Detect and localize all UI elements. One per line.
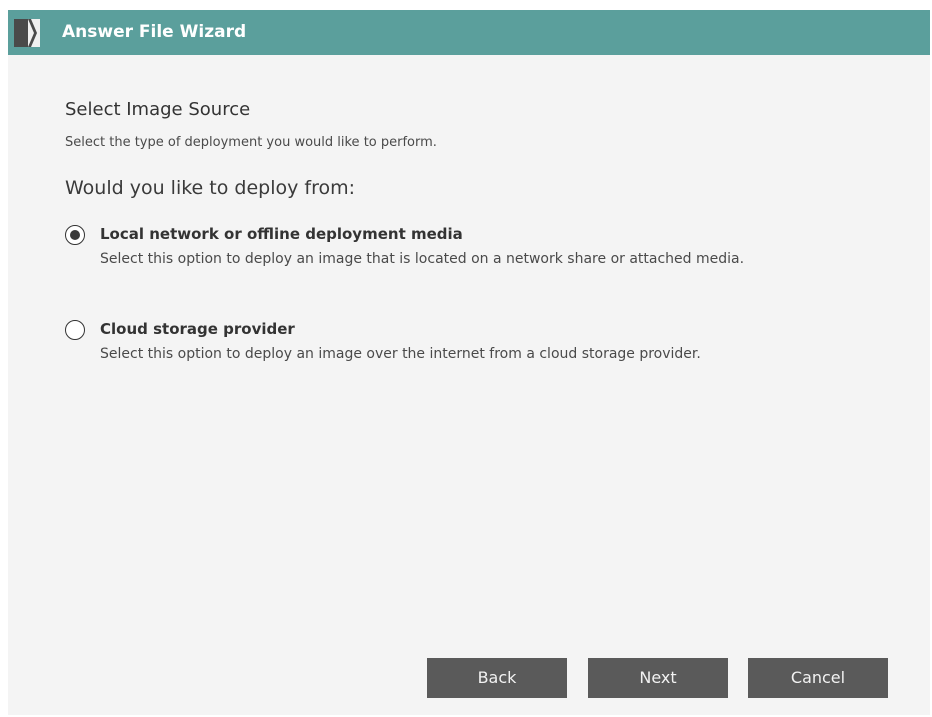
option-cloud-storage-title[interactable]: Cloud storage provider <box>100 320 295 338</box>
wizard-app-icon <box>14 19 40 47</box>
window-title: Answer File Wizard <box>62 22 247 42</box>
next-button[interactable]: Next <box>588 658 728 698</box>
radio-cloud-storage[interactable] <box>65 320 85 340</box>
option-local-network-title[interactable]: Local network or offline deployment medi… <box>100 225 463 243</box>
page-heading: Select Image Source <box>65 99 251 120</box>
deploy-question: Would you like to deploy from: <box>65 177 356 199</box>
page-subheading: Select the type of deployment you would … <box>65 135 437 150</box>
wizard-window: Answer File Wizard Select Image Source S… <box>8 10 930 715</box>
cancel-button[interactable]: Cancel <box>748 658 888 698</box>
radio-local-network[interactable] <box>65 225 85 245</box>
option-local-network-description: Select this option to deploy an image th… <box>100 251 745 267</box>
back-button[interactable]: Back <box>427 658 567 698</box>
title-bar: Answer File Wizard <box>8 10 930 55</box>
radio-selected-dot <box>69 229 80 240</box>
option-cloud-storage-description: Select this option to deploy an image ov… <box>100 346 701 362</box>
